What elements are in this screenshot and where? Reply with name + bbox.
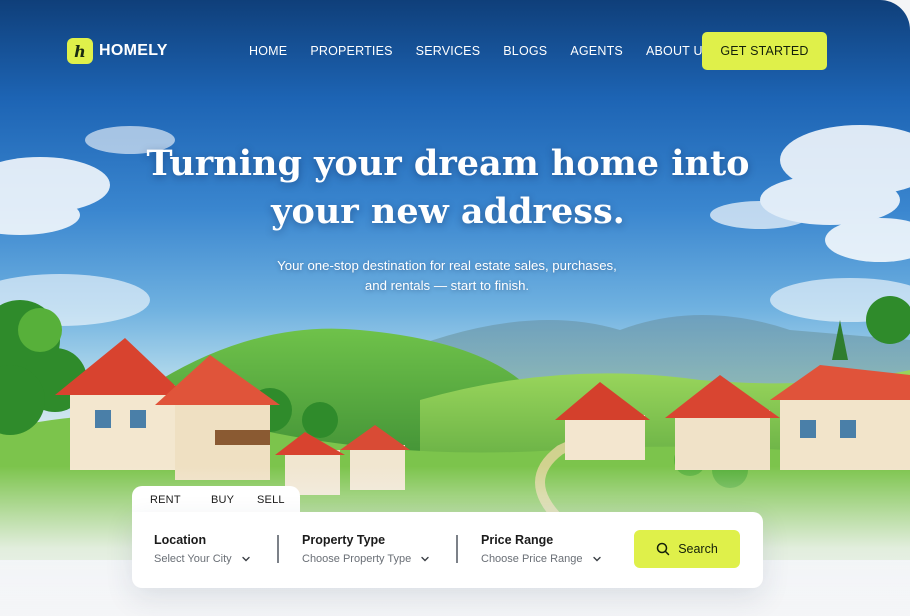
search-button-label: Search — [678, 542, 718, 556]
price-range-value: Choose Price Range — [481, 553, 583, 565]
hero-subtitle: Your one-stop destination for real estat… — [0, 256, 894, 296]
tab-rent[interactable]: RENT — [150, 494, 181, 506]
price-range-field[interactable]: Price Range Choose Price Range — [481, 533, 602, 565]
nav-agents[interactable]: AGENTS — [570, 44, 623, 58]
tab-sell[interactable]: SELL — [257, 494, 285, 506]
location-field[interactable]: Location Select Your City — [154, 533, 251, 565]
hero-headline: Turning your dream home into your new ad… — [0, 140, 896, 236]
nav-blogs[interactable]: BLOGS — [503, 44, 547, 58]
location-value: Select Your City — [154, 553, 232, 565]
property-type-select[interactable]: Choose Property Type — [302, 553, 430, 565]
nav-home[interactable]: HOME — [249, 44, 287, 58]
brand-name: HOMELY — [99, 42, 168, 59]
hero-headline-line-2: your new address. — [271, 191, 625, 232]
chevron-down-icon — [241, 556, 250, 562]
location-label: Location — [154, 533, 207, 547]
brand-logo[interactable]: h HOMELY — [67, 38, 168, 64]
hero-subtitle-line-1: Your one-stop destination for real estat… — [277, 258, 617, 273]
field-divider — [277, 535, 279, 563]
search-button[interactable]: Search — [634, 530, 740, 568]
property-type-label: Property Type — [302, 533, 386, 547]
property-type-field[interactable]: Property Type Choose Property Type — [302, 533, 430, 565]
property-type-value: Choose Property Type — [302, 553, 412, 565]
hero-headline-line-1: Turning your dream home into — [146, 143, 750, 184]
location-select[interactable]: Select Your City — [154, 553, 251, 565]
main-nav: HOME PROPERTIES SERVICES BLOGS AGENTS AB… — [249, 44, 734, 58]
nav-services[interactable]: SERVICES — [416, 44, 481, 58]
hero-subtitle-line-2: and rentals — start to finish. — [364, 278, 530, 293]
price-range-select[interactable]: Choose Price Range — [481, 553, 602, 565]
chevron-down-icon — [421, 556, 429, 562]
get-started-button[interactable]: GET STARTED — [702, 32, 827, 70]
nav-properties[interactable]: PROPERTIES — [310, 44, 392, 58]
price-range-label: Price Range — [481, 533, 554, 547]
search-icon — [656, 542, 670, 556]
property-search-card: Location Select Your City Property Type … — [132, 512, 763, 588]
chevron-down-icon — [592, 556, 601, 562]
search-mode-tabs: RENT BUY SELL — [132, 486, 300, 514]
logo-mark-icon: h — [67, 38, 93, 64]
tab-buy[interactable]: BUY — [211, 494, 234, 506]
field-divider — [456, 535, 458, 563]
